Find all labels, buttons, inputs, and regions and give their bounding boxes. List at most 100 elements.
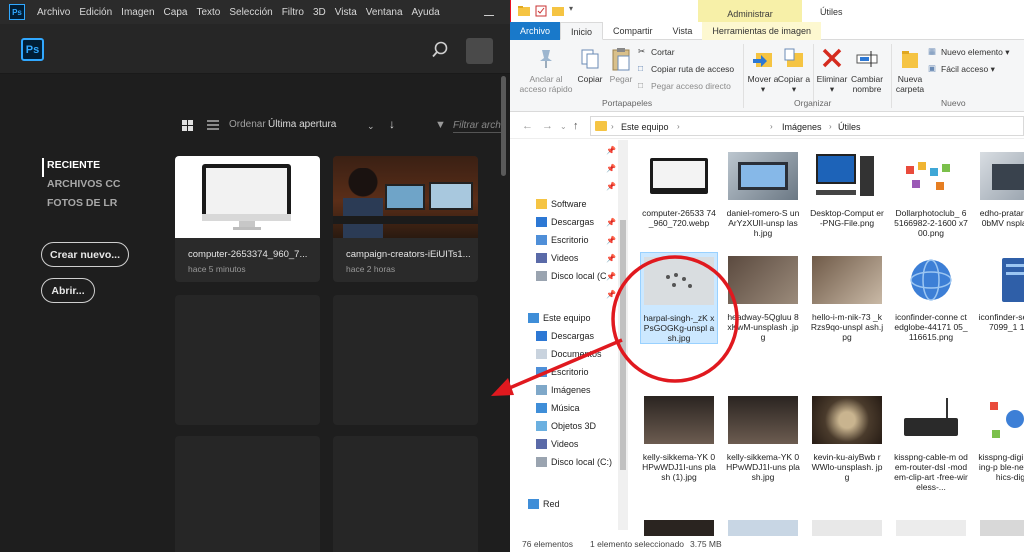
file-item-selected[interactable]: harpal-singh-_zK xPsGOGKg-unspl ash.jpg [640, 252, 718, 344]
nav-scrollbar-thumb[interactable] [620, 220, 626, 470]
ps-app-icon[interactable]: Ps [9, 4, 25, 20]
pin-icon[interactable]: 📌 [606, 164, 616, 173]
tab-home[interactable]: Inicio [560, 22, 604, 40]
pin-icon[interactable]: 📌 [606, 236, 616, 245]
tab-view[interactable]: Vista [663, 22, 703, 40]
file-item[interactable]: computer-26533 74_960_720.webp [640, 152, 718, 228]
file-item[interactable]: kelly-sikkema-YK 0HPwWDJ1I-uns plash (1)… [640, 396, 718, 482]
file-thumbnail [980, 396, 1024, 444]
nav-item-videos-pc[interactable]: Videos [536, 436, 578, 452]
minimize-icon[interactable] [484, 6, 494, 16]
recent-locations-icon[interactable]: ⌄ [560, 122, 567, 131]
file-item[interactable]: Desktop-Comput er-PNG-File.png [808, 152, 886, 228]
tab-share[interactable]: Compartir [603, 22, 663, 40]
file-item[interactable]: edho-pratar 6fDN60bMV nsplash (1) [976, 152, 1024, 228]
easy-access-button[interactable]: Fácil acceso ▾ [941, 64, 995, 74]
file-item[interactable]: iconfinder-se 2-4417099_1 1.png [976, 256, 1024, 332]
pin-icon[interactable]: 📌 [606, 146, 616, 155]
folder-icon[interactable] [518, 5, 530, 17]
ps-menu-ayuda[interactable]: Ayuda [408, 7, 445, 18]
nav-cc-files[interactable]: ARCHIVOS CC [42, 177, 121, 196]
new-folder-icon[interactable] [552, 5, 564, 17]
nav-item-downloads[interactable]: Descargas [536, 214, 594, 230]
filter-input[interactable] [453, 118, 501, 133]
file-item[interactable]: headway-5Qgluu 8xKwM-unsplash .jpg [724, 256, 802, 342]
pin-icon[interactable]: 📌 [606, 254, 616, 263]
pin-icon[interactable]: 📌 [606, 272, 616, 281]
nav-item-music[interactable]: Música [536, 400, 580, 416]
chevron-down-icon[interactable]: ⌄ [367, 121, 375, 132]
nav-item-3d-objects[interactable]: Objetos 3D [536, 418, 596, 434]
open-button[interactable]: Abrir... [41, 278, 95, 303]
rename-button[interactable]: Cambiar nombre [846, 74, 888, 94]
nav-item-documents[interactable]: Documentos [536, 346, 602, 362]
group-label-clipboard: Portapapeles [602, 98, 653, 108]
cut-button[interactable]: Cortar [651, 47, 675, 57]
ps-menu-vista[interactable]: Vista [331, 7, 362, 18]
breadcrumb-this-pc[interactable]: Este equipo [621, 122, 669, 132]
nav-item-pictures[interactable]: Imágenes [536, 382, 591, 398]
recent-file-card[interactable]: campaign-creators-iEiUITs1... hace 2 hor… [333, 156, 478, 282]
search-icon[interactable] [431, 41, 449, 59]
sort-direction-icon[interactable]: ↓ [389, 117, 395, 131]
nav-lr-photos[interactable]: FOTOS DE LR [42, 196, 121, 215]
new-item-button[interactable]: Nuevo elemento ▾ [941, 47, 1010, 57]
nav-item-downloads-pc[interactable]: Descargas [536, 328, 594, 344]
file-item[interactable]: kisspng-cable-m odem-router-dsl -modem-c… [892, 396, 970, 492]
up-icon[interactable]: ↑ [573, 120, 579, 132]
pin-quick-access-button[interactable]: Anclar al acceso rápido [518, 74, 574, 94]
file-item[interactable]: daniel-romero-S unArYzXUII-unsp lash.jpg [724, 152, 802, 238]
tab-picture-tools[interactable]: Herramientas de imagen [702, 22, 821, 40]
file-item[interactable]: kelly-sikkema-YK 0HPwWDJ1I-uns plash.jpg [724, 396, 802, 482]
nav-item-software[interactable]: Software [536, 196, 587, 212]
delete-button[interactable]: Eliminar ▾ [814, 74, 850, 94]
properties-icon[interactable] [535, 5, 547, 17]
list-view-icon[interactable] [207, 120, 219, 131]
nav-recent[interactable]: RECIENTE [42, 158, 121, 177]
file-item[interactable]: Dollarphotoclub_ 65166982-2-1600 x700.pn… [892, 152, 970, 238]
tab-file[interactable]: Archivo [510, 22, 561, 40]
nav-item-desktop[interactable]: Escritorio [536, 232, 589, 248]
back-icon[interactable]: ← [522, 120, 533, 132]
ps-menu-3d[interactable]: 3D [309, 7, 331, 18]
paste-shortcut-button[interactable]: Pegar acceso directo [651, 81, 731, 91]
nav-item-network[interactable]: Red [528, 496, 560, 512]
file-item[interactable]: kisspng-digi marketing-p ble-network phi… [976, 396, 1024, 482]
ps-menu-edicion[interactable]: Edición [75, 7, 117, 18]
file-item[interactable]: iconfinder-conne ctedglobe-44171 05_1166… [892, 256, 970, 342]
ps-menu-seleccion[interactable]: Selección [225, 7, 277, 18]
ps-menu-archivo[interactable]: Archivo [33, 7, 75, 18]
pin-icon[interactable]: 📌 [606, 218, 616, 227]
ps-menu-imagen[interactable]: Imagen [117, 7, 159, 18]
move-to-button[interactable]: Mover a ▾ [746, 74, 780, 94]
pin-icon[interactable]: 📌 [606, 182, 616, 191]
file-item[interactable]: hello-i-m-nik-73 _kRzs9qo-unspl ash.jpg [808, 256, 886, 342]
nav-item-desktop-pc[interactable]: Escritorio [536, 364, 589, 380]
breadcrumb-pictures[interactable]: Imágenes [782, 122, 822, 132]
grid-view-icon[interactable] [182, 120, 193, 131]
nav-item-videos[interactable]: Videos [536, 250, 578, 266]
nav-item-this-pc[interactable]: Este equipo [528, 310, 591, 326]
file-item[interactable]: kevin-ku-aiyBwb rWWlo-unsplash. jpg [808, 396, 886, 482]
copy-button[interactable]: Copiar [572, 74, 608, 84]
ps-menu-filtro[interactable]: Filtro [278, 7, 309, 18]
address-bar[interactable]: › Este equipo › › Imágenes › Útiles [590, 116, 1024, 136]
breadcrumb-current[interactable]: Útiles [838, 122, 861, 132]
sort-select[interactable]: Última apertura [268, 119, 336, 130]
copy-to-button[interactable]: Copiar a ▾ [777, 74, 811, 94]
avatar[interactable] [466, 38, 493, 64]
recent-file-card[interactable]: computer-2653374_960_7... hace 5 minutos [175, 156, 320, 282]
ps-menu-texto[interactable]: Texto [192, 7, 225, 18]
forward-icon[interactable]: → [542, 120, 553, 132]
nav-item-local-disk[interactable]: Disco local (C [536, 268, 607, 284]
paste-button[interactable]: Pegar [604, 74, 638, 84]
new-folder-button[interactable]: Nueva carpeta [892, 74, 928, 94]
context-tab-manage[interactable]: Administrar [698, 0, 802, 22]
create-new-button[interactable]: Crear nuevo... [41, 242, 129, 267]
nav-item-local-disk-pc[interactable]: Disco local (C:) [536, 454, 612, 470]
copy-path-button[interactable]: Copiar ruta de acceso [651, 64, 734, 74]
customize-qa-icon[interactable]: ▾ [569, 4, 573, 13]
ps-menu-ventana[interactable]: Ventana [362, 7, 408, 18]
pin-icon[interactable]: 📌 [606, 290, 616, 299]
ps-menu-capa[interactable]: Capa [160, 7, 193, 18]
